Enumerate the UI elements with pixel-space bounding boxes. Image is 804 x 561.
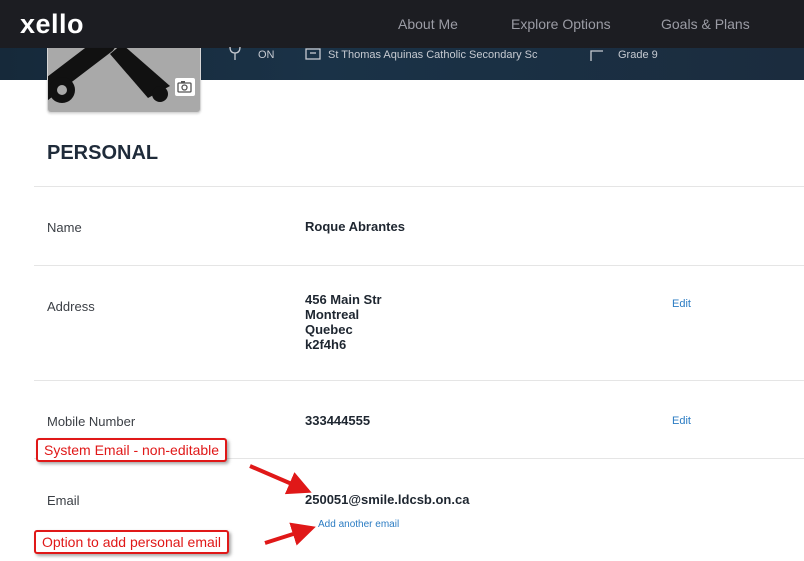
callout-system-email: System Email - non-editable bbox=[36, 438, 228, 462]
callout-add-personal-email: Option to add personal email bbox=[34, 530, 229, 554]
annotation-arrows bbox=[249, 464, 316, 546]
